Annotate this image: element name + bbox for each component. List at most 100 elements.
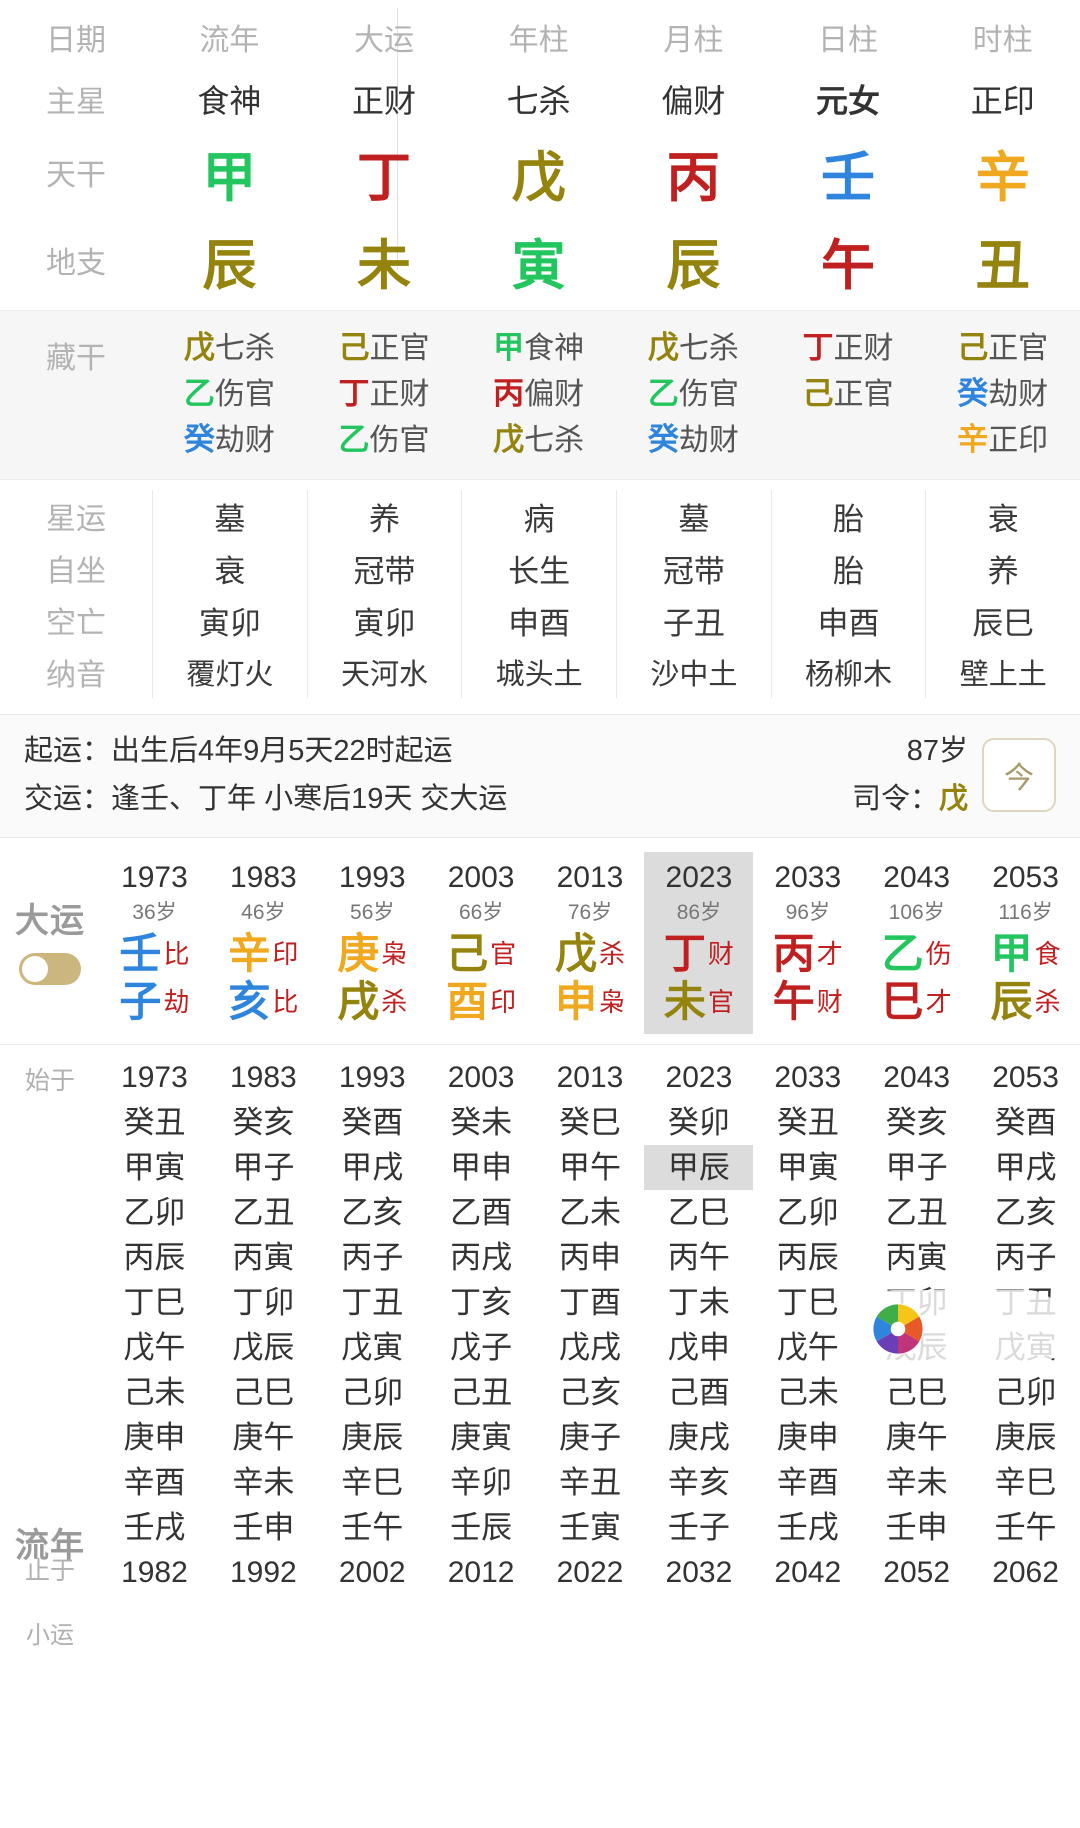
liunian-cell[interactable]: 辛巳 (971, 1460, 1080, 1505)
liunian-cell[interactable]: 甲辰 (644, 1145, 754, 1190)
liunian-end-year[interactable]: 2002 (318, 1550, 427, 1595)
liunian-cell[interactable]: 甲子 (862, 1145, 971, 1190)
liunian-cell[interactable]: 丁丑 (318, 1280, 427, 1325)
liunian-cell[interactable]: 丁丑 (971, 1280, 1080, 1325)
liunian-cell[interactable]: 壬寅 (536, 1505, 645, 1550)
liunian-cell[interactable]: 乙亥 (318, 1190, 427, 1235)
liunian-cell[interactable]: 壬午 (318, 1505, 427, 1550)
dayun-column[interactable]: 1993 56岁庚枭戌杀 (318, 852, 427, 1034)
liunian-cell[interactable]: 丙子 (318, 1235, 427, 1280)
liunian-cell[interactable]: 丙辰 (100, 1235, 209, 1280)
liunian-cell[interactable]: 辛巳 (318, 1460, 427, 1505)
liunian-cell[interactable]: 己未 (100, 1370, 209, 1415)
liunian-cell[interactable]: 辛亥 (644, 1460, 753, 1505)
dayun-column[interactable]: 2043 106岁乙伤巳才 (862, 852, 971, 1034)
liunian-end-year[interactable]: 2062 (971, 1550, 1080, 1595)
pillar-header-0[interactable]: 流年 (152, 6, 307, 68)
liunian-cell[interactable]: 辛未 (209, 1460, 318, 1505)
liunian-cell[interactable]: 庚午 (209, 1415, 318, 1460)
pillar-header-4[interactable]: 日柱 (771, 6, 926, 68)
liunian-cell[interactable]: 己巳 (862, 1370, 971, 1415)
liunian-cell[interactable]: 辛丑 (536, 1460, 645, 1505)
liunian-cell[interactable]: 癸未 (427, 1100, 536, 1145)
liunian-start-year[interactable]: 1983 (209, 1055, 318, 1100)
liunian-cell[interactable]: 甲午 (536, 1145, 645, 1190)
liunian-cell[interactable]: 己丑 (427, 1370, 536, 1415)
liunian-cell[interactable]: 庚午 (862, 1415, 971, 1460)
liunian-end-year[interactable]: 1982 (100, 1550, 209, 1595)
liunian-start-year[interactable]: 2043 (862, 1055, 971, 1100)
liunian-cell[interactable]: 乙亥 (971, 1190, 1080, 1235)
liunian-end-year[interactable]: 2042 (753, 1550, 862, 1595)
liunian-cell[interactable]: 庚子 (536, 1415, 645, 1460)
liunian-cell[interactable]: 癸巳 (536, 1100, 645, 1145)
liunian-cell[interactable]: 丙午 (644, 1235, 753, 1280)
liunian-cell[interactable]: 庚辰 (318, 1415, 427, 1460)
dayun-column[interactable]: 2003 66岁己官酉印 (427, 852, 536, 1034)
liunian-cell[interactable]: 戊午 (753, 1325, 862, 1370)
liunian-cell[interactable]: 壬戌 (100, 1505, 209, 1550)
today-calendar-button[interactable]: 今 (982, 738, 1056, 812)
liunian-cell[interactable]: 庚戌 (644, 1415, 753, 1460)
liunian-cell[interactable]: 己未 (753, 1370, 862, 1415)
liunian-cell[interactable]: 丙辰 (753, 1235, 862, 1280)
liunian-cell[interactable]: 甲申 (427, 1145, 536, 1190)
liunian-cell[interactable]: 乙丑 (209, 1190, 318, 1235)
liunian-cell[interactable]: 乙巳 (644, 1190, 753, 1235)
pillar-header-1[interactable]: 大运 (307, 6, 462, 68)
liunian-end-year[interactable]: 2012 (427, 1550, 536, 1595)
pillar-header-5[interactable]: 时柱 (925, 6, 1080, 68)
liunian-cell[interactable]: 壬戌 (753, 1505, 862, 1550)
liunian-cell[interactable]: 庚申 (753, 1415, 862, 1460)
liunian-cell[interactable]: 庚寅 (427, 1415, 536, 1460)
liunian-start-year[interactable]: 2033 (753, 1055, 862, 1100)
liunian-cell[interactable]: 丙寅 (862, 1235, 971, 1280)
liunian-cell[interactable]: 戊辰 (862, 1325, 971, 1370)
liunian-cell[interactable]: 丙戌 (427, 1235, 536, 1280)
liunian-end-year[interactable]: 2032 (644, 1550, 753, 1595)
liunian-cell[interactable]: 乙酉 (427, 1190, 536, 1235)
dayun-column[interactable]: 1973 36岁壬比子劫 (100, 852, 209, 1034)
liunian-cell[interactable]: 壬辰 (427, 1505, 536, 1550)
liunian-cell[interactable]: 辛卯 (427, 1460, 536, 1505)
liunian-cell[interactable]: 壬申 (862, 1505, 971, 1550)
liunian-cell[interactable]: 壬子 (644, 1505, 753, 1550)
liunian-start-year[interactable]: 1993 (318, 1055, 427, 1100)
liunian-cell[interactable]: 丁未 (644, 1280, 753, 1325)
liunian-cell[interactable]: 戊午 (100, 1325, 209, 1370)
liunian-cell[interactable]: 甲寅 (753, 1145, 862, 1190)
liunian-cell[interactable]: 癸酉 (318, 1100, 427, 1145)
liunian-cell[interactable]: 丁亥 (427, 1280, 536, 1325)
liunian-cell[interactable]: 癸卯 (644, 1100, 753, 1145)
liunian-cell[interactable]: 辛酉 (100, 1460, 209, 1505)
liunian-start-year[interactable]: 2003 (427, 1055, 536, 1100)
liunian-cell[interactable]: 甲戌 (318, 1145, 427, 1190)
liunian-cell[interactable]: 丁巳 (753, 1280, 862, 1325)
dayun-column[interactable]: 2033 96岁丙才午财 (753, 852, 862, 1034)
pillar-header-3[interactable]: 月柱 (616, 6, 771, 68)
liunian-cell[interactable]: 乙卯 (753, 1190, 862, 1235)
liunian-cell[interactable]: 戊寅 (971, 1325, 1080, 1370)
liunian-cell[interactable]: 乙丑 (862, 1190, 971, 1235)
liunian-cell[interactable]: 戊辰 (209, 1325, 318, 1370)
liunian-cell[interactable]: 癸丑 (100, 1100, 209, 1145)
liunian-cell[interactable]: 丁巳 (100, 1280, 209, 1325)
liunian-cell[interactable]: 壬申 (209, 1505, 318, 1550)
dayun-column[interactable]: 1983 46岁辛印亥比 (209, 852, 318, 1034)
liunian-cell[interactable]: 戊子 (427, 1325, 536, 1370)
liunian-cell[interactable]: 己亥 (536, 1370, 645, 1415)
liunian-cell[interactable]: 丁酉 (536, 1280, 645, 1325)
liunian-cell[interactable]: 癸亥 (862, 1100, 971, 1145)
liunian-end-year[interactable]: 1992 (209, 1550, 318, 1595)
liunian-start-year[interactable]: 1973 (100, 1055, 209, 1100)
liunian-cell[interactable]: 甲子 (209, 1145, 318, 1190)
liunian-cell[interactable]: 戊寅 (318, 1325, 427, 1370)
liunian-cell[interactable]: 己卯 (971, 1370, 1080, 1415)
liunian-cell[interactable]: 辛未 (862, 1460, 971, 1505)
dayun-column[interactable]: 2013 76岁戊杀申枭 (536, 852, 645, 1034)
liunian-cell[interactable]: 庚申 (100, 1415, 209, 1460)
liunian-cell[interactable]: 丙申 (536, 1235, 645, 1280)
liunian-cell[interactable]: 丙子 (971, 1235, 1080, 1280)
liunian-cell[interactable]: 己酉 (644, 1370, 753, 1415)
dayun-column[interactable]: 2053 116岁甲食辰杀 (971, 852, 1080, 1034)
